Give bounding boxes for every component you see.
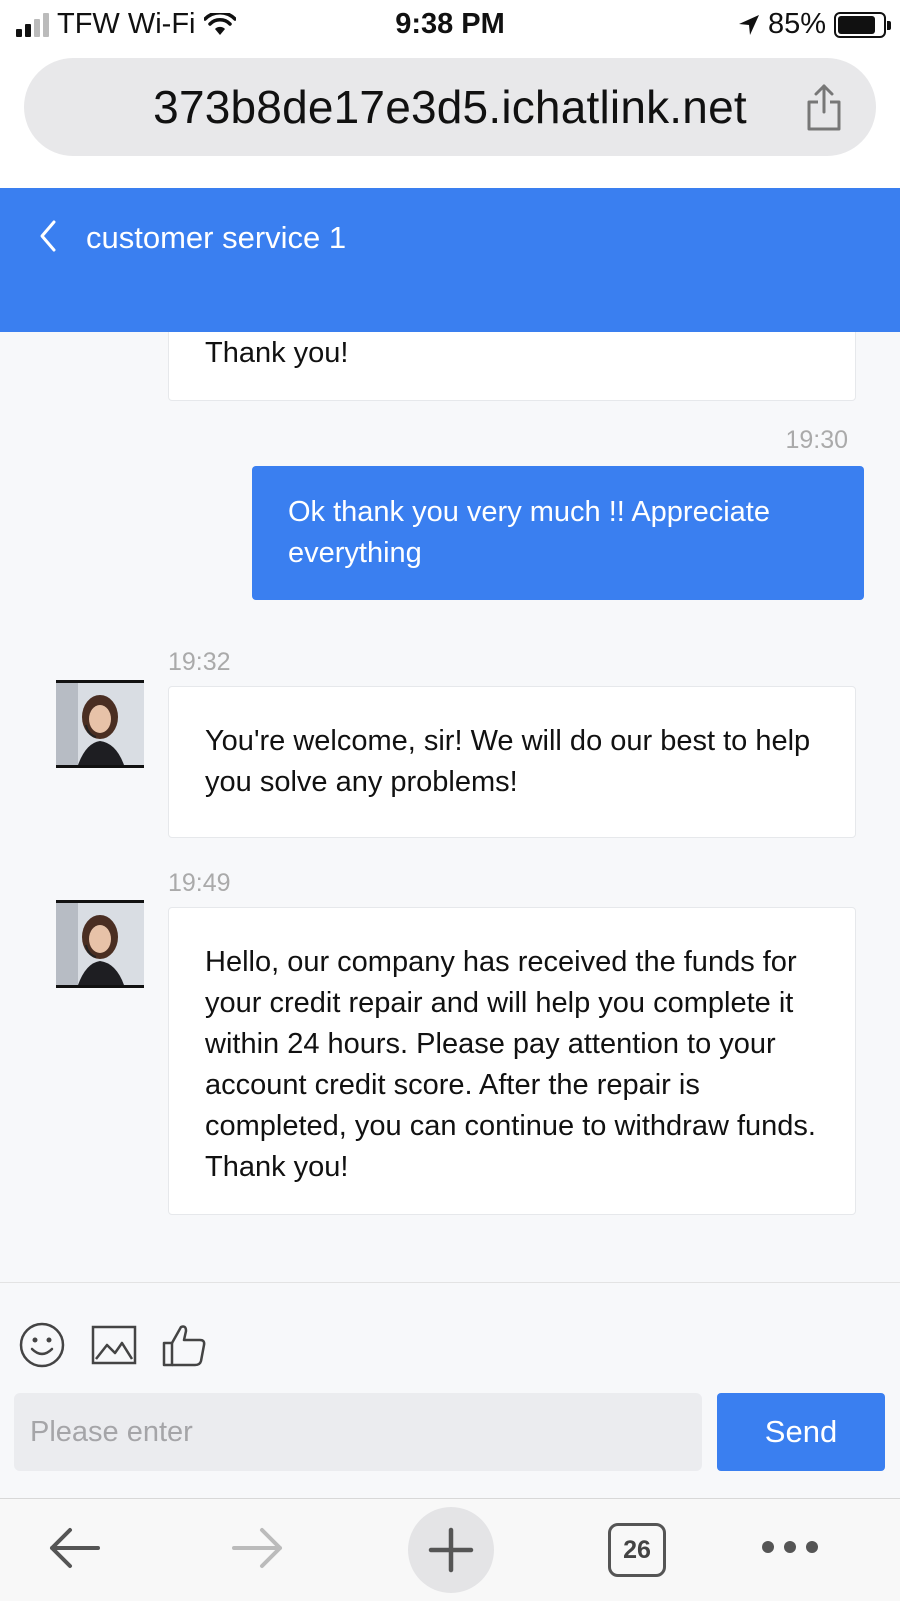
tabs-icon[interactable]: 26 — [608, 1523, 666, 1577]
message-text: You're welcome, sir! We will do our best… — [205, 725, 811, 798]
chat-title: customer service 1 — [86, 220, 347, 255]
message-text: Hello, our company has received the fund… — [205, 946, 816, 1183]
message-text: Thank you! — [205, 337, 349, 369]
plus-icon — [428, 1527, 474, 1573]
message-time: 19:49 — [168, 869, 231, 897]
message-list[interactable]: Thank you! 19:30 Ok thank you very much … — [0, 332, 900, 1282]
message-bubble-incoming: You're welcome, sir! We will do our best… — [168, 686, 856, 838]
agent-photo — [56, 683, 144, 765]
arrow-left-icon[interactable] — [46, 1525, 102, 1571]
agent-photo — [56, 903, 144, 985]
send-button[interactable]: Send — [717, 1393, 885, 1471]
url-bar[interactable]: 373b8de17e3d5.ichatlink.net — [24, 58, 876, 156]
avatar[interactable] — [56, 680, 144, 768]
chat-header: customer service 1 — [0, 188, 900, 332]
battery-icon — [834, 11, 891, 38]
emoji-icon[interactable] — [18, 1321, 66, 1369]
browser-toolbar: 26 — [0, 1498, 900, 1601]
arrow-right-icon[interactable] — [230, 1525, 286, 1571]
message-time: 19:32 — [168, 648, 231, 676]
url-text[interactable]: 373b8de17e3d5.ichatlink.net — [153, 80, 747, 134]
chevron-left-icon[interactable] — [36, 218, 60, 254]
avatar[interactable] — [56, 900, 144, 988]
status-bar: TFW Wi-Fi 9:38 PM 85% — [0, 0, 900, 52]
battery-percent: 85% — [767, 8, 826, 40]
share-icon[interactable] — [804, 82, 844, 132]
message-bubble-incoming: Thank you! — [168, 332, 856, 401]
message-time: 19:30 — [785, 426, 848, 454]
new-tab-button[interactable] — [408, 1507, 494, 1593]
composer: Send — [0, 1282, 900, 1498]
status-right: 85% — [738, 8, 891, 41]
tab-count: 26 — [623, 1535, 651, 1564]
more-icon[interactable] — [760, 1539, 820, 1555]
image-icon[interactable] — [90, 1321, 138, 1369]
location-arrow-icon — [738, 14, 759, 35]
message-bubble-outgoing: Ok thank you very much !! Appreciate eve… — [252, 466, 864, 600]
thumbs-up-icon[interactable] — [160, 1321, 208, 1369]
message-input[interactable] — [14, 1393, 702, 1471]
message-bubble-incoming: Hello, our company has received the fund… — [168, 907, 856, 1215]
message-text: Ok thank you very much !! Appreciate eve… — [288, 496, 770, 569]
